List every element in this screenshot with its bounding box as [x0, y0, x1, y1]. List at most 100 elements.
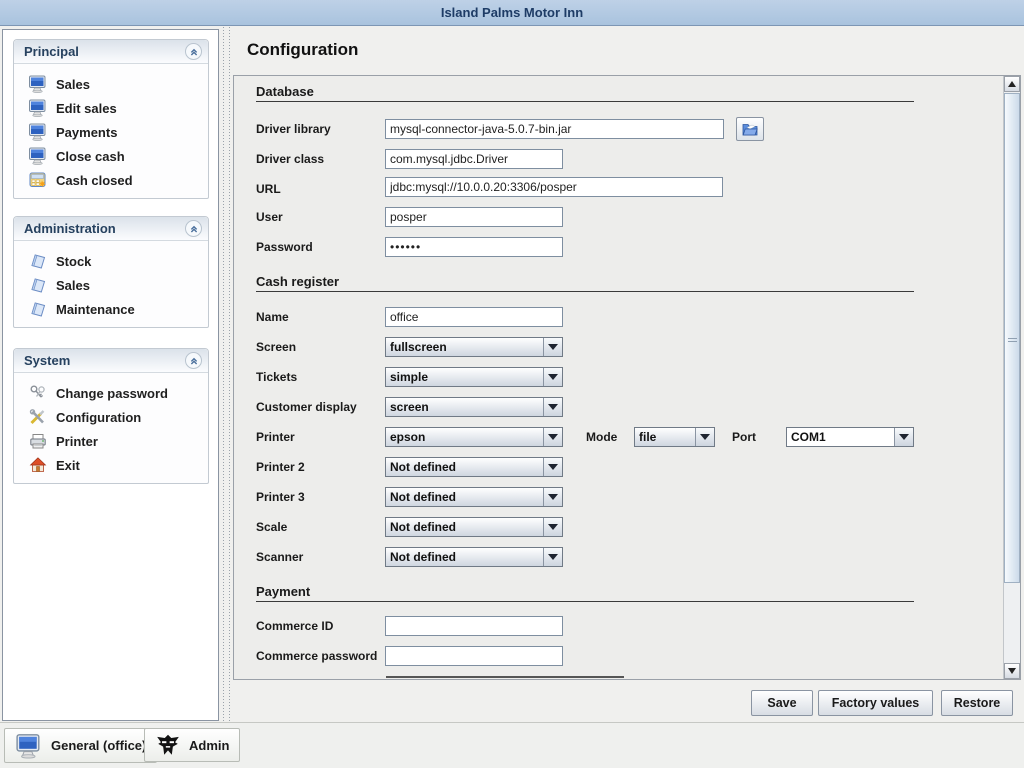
mode-select[interactable]: file [634, 427, 715, 447]
customer-display-label: Customer display [256, 400, 357, 414]
arrow-down-icon [1008, 668, 1016, 674]
sidebar-item-sales[interactable]: Sales [14, 72, 208, 96]
monitor-icon [28, 99, 48, 117]
sidebar-item-printer[interactable]: Printer [14, 429, 208, 453]
sidebar-item-payments[interactable]: Payments [14, 120, 208, 144]
statusbar: General (office) Admin [0, 722, 1024, 768]
sidebar-item-change-password[interactable]: Change password [14, 381, 208, 405]
scanner-select[interactable]: Not defined [385, 547, 563, 567]
collapse-chevron-icon[interactable] [185, 352, 202, 369]
sidebar-item-stock[interactable]: Stock [14, 249, 208, 273]
chevron-down-icon[interactable] [894, 428, 913, 446]
sidebar-splitter[interactable] [221, 27, 232, 722]
commerce-password-label: Commerce password [256, 649, 377, 663]
keys-icon [28, 384, 48, 402]
scroll-down-button[interactable] [1004, 663, 1020, 679]
sidebar-item-label: Close cash [56, 149, 125, 164]
printer2-select[interactable]: Not defined [385, 457, 563, 477]
printer-label: Printer [256, 430, 295, 444]
tickets-select[interactable]: simple [385, 367, 563, 387]
restore-button[interactable]: Restore [941, 690, 1013, 716]
scrollbar-thumb[interactable] [1004, 93, 1020, 583]
chevron-down-icon[interactable] [543, 518, 562, 536]
printer-select[interactable]: epson [385, 427, 563, 447]
location-button[interactable]: General (office) [4, 728, 157, 763]
scroll-up-button[interactable] [1004, 76, 1020, 92]
open-folder-icon [742, 122, 758, 136]
sidebar-item-maintenance[interactable]: Maintenance [14, 297, 208, 321]
port-select-value[interactable]: COM1 [787, 428, 894, 446]
sidebar-item-label: Printer [56, 434, 98, 449]
name-field[interactable] [385, 307, 563, 327]
scanner-label: Scanner [256, 550, 303, 564]
chevron-down-icon[interactable] [543, 428, 562, 446]
commerce-id-field[interactable] [385, 616, 563, 636]
panel-system-header[interactable]: System [14, 349, 208, 373]
url-field[interactable] [385, 177, 723, 197]
scale-label: Scale [256, 520, 287, 534]
scanner-select-value: Not defined [386, 548, 543, 566]
section-divider [256, 101, 914, 102]
port-select[interactable]: COM1 [786, 427, 914, 447]
printer-select-value: epson [386, 428, 543, 446]
section-divider [256, 291, 914, 292]
name-label: Name [256, 310, 289, 324]
chevron-down-icon[interactable] [543, 548, 562, 566]
section-title-payment: Payment [256, 584, 310, 599]
section-divider [256, 601, 914, 602]
panel-principal-body: Sales Edit sales Payments Close cash Cas… [14, 64, 208, 198]
chevron-down-icon[interactable] [543, 458, 562, 476]
configuration-form-scrollpane: Database Driver library Driver class URL… [233, 75, 1021, 680]
printer3-label: Printer 3 [256, 490, 305, 504]
collapse-chevron-icon[interactable] [185, 43, 202, 60]
screen-select-value: fullscreen [386, 338, 543, 356]
save-button[interactable]: Save [751, 690, 813, 716]
chevron-down-icon[interactable] [543, 368, 562, 386]
clipped-section-divider [386, 676, 624, 678]
sidebar-item-label: Sales [56, 278, 90, 293]
app-window: Island Palms Motor Inn Principal Sales E… [0, 0, 1024, 768]
window-title: Island Palms Motor Inn [441, 5, 583, 20]
driver-library-field[interactable] [385, 119, 724, 139]
configuration-form: Database Driver library Driver class URL… [234, 76, 1003, 679]
scrollbar-grip-icon [1008, 338, 1017, 344]
monitor-icon [28, 123, 48, 141]
browse-driver-library-button[interactable] [736, 117, 764, 141]
sidebar-item-admin-sales[interactable]: Sales [14, 273, 208, 297]
customer-display-select[interactable]: screen [385, 397, 563, 417]
chevron-down-icon[interactable] [543, 398, 562, 416]
sidebar-item-cash-closed[interactable]: Cash closed [14, 168, 208, 192]
collapse-chevron-icon[interactable] [185, 220, 202, 237]
arrow-up-icon [1008, 81, 1016, 87]
sidebar-item-label: Exit [56, 458, 80, 473]
panel-title: System [24, 353, 185, 368]
panel-principal-header[interactable]: Principal [14, 40, 208, 64]
driver-class-field[interactable] [385, 149, 563, 169]
chevron-down-icon[interactable] [543, 338, 562, 356]
factory-values-button[interactable]: Factory values [818, 690, 933, 716]
user-button[interactable]: Admin [144, 728, 240, 762]
sidebar-item-close-cash[interactable]: Close cash [14, 144, 208, 168]
scale-select[interactable]: Not defined [385, 517, 563, 537]
sidebar-item-edit-sales[interactable]: Edit sales [14, 96, 208, 120]
printer3-select[interactable]: Not defined [385, 487, 563, 507]
customer-display-select-value: screen [386, 398, 543, 416]
sidebar-item-exit[interactable]: Exit [14, 453, 208, 477]
chevron-down-icon[interactable] [695, 428, 714, 446]
scale-select-value: Not defined [386, 518, 543, 536]
user-field[interactable] [385, 207, 563, 227]
monitor-icon [28, 147, 48, 165]
robot-face-icon [155, 733, 181, 757]
driver-library-label: Driver library [256, 122, 331, 136]
sidebar-item-configuration[interactable]: Configuration [14, 405, 208, 429]
chevron-down-icon[interactable] [543, 488, 562, 506]
sidebar-item-label: Edit sales [56, 101, 117, 116]
screen-select[interactable]: fullscreen [385, 337, 563, 357]
panel-administration: Administration Stock Sales Maintenance [13, 216, 209, 328]
commerce-password-field[interactable] [385, 646, 563, 666]
house-icon [28, 456, 48, 474]
password-field[interactable] [385, 237, 563, 257]
sidebar-item-label: Payments [56, 125, 117, 140]
vertical-scrollbar[interactable] [1003, 76, 1020, 679]
panel-administration-header[interactable]: Administration [14, 217, 208, 241]
